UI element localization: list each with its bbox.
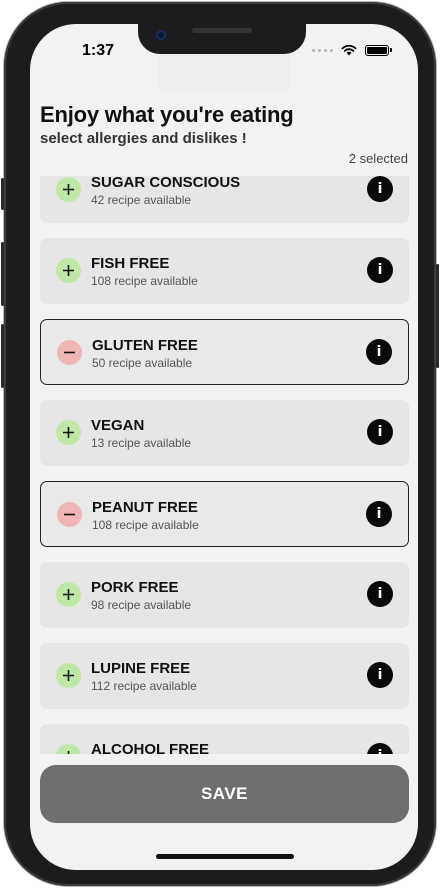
front-camera-icon xyxy=(156,30,166,40)
page-title: Enjoy what you're eating xyxy=(40,102,294,127)
diet-item-name: LUPINE FREE xyxy=(91,660,191,677)
diet-item-count: 112 recipe available xyxy=(91,679,197,693)
status-time: 1:37 xyxy=(82,42,115,59)
diet-item-name: VEGAN xyxy=(91,417,145,434)
home-indicator[interactable] xyxy=(156,854,294,859)
remove-toggle-button[interactable] xyxy=(57,502,82,527)
info-icon[interactable]: i xyxy=(367,176,393,202)
save-button[interactable]: SAVE xyxy=(40,765,409,823)
selected-count: 2 selected xyxy=(348,151,408,166)
diet-item-gluten-free[interactable]: GLUTEN FREE 50 recipe available i xyxy=(40,319,409,385)
battery-tip xyxy=(390,48,392,52)
side-button-power xyxy=(436,264,439,368)
add-toggle-button[interactable] xyxy=(56,744,81,754)
add-toggle-button[interactable] xyxy=(56,663,81,688)
diet-item-sugar-conscious[interactable]: SUGAR CONSCIOUS 42 recipe available i xyxy=(40,176,409,223)
add-toggle-button[interactable] xyxy=(56,420,81,445)
diet-item-count: 108 recipe available xyxy=(91,274,198,288)
page-subtitle: select allergies and dislikes ! xyxy=(40,130,247,147)
info-icon[interactable]: i xyxy=(366,501,392,527)
info-icon[interactable]: i xyxy=(367,419,393,445)
status-overlay xyxy=(158,55,290,91)
plus-icon xyxy=(63,265,74,276)
minus-icon xyxy=(64,513,75,516)
diet-item-name: SUGAR CONSCIOUS xyxy=(91,176,241,191)
signal-icon xyxy=(312,48,333,52)
diet-item-lupine-free[interactable]: LUPINE FREE 112 recipe available i xyxy=(40,643,409,709)
phone-frame: 1:37 Enjoy what you're eating select all… xyxy=(1,2,439,886)
plus-icon xyxy=(63,670,74,681)
app-screen: 1:37 Enjoy what you're eating select all… xyxy=(30,24,418,870)
diet-item-name: PEANUT FREE xyxy=(92,499,198,516)
side-button-volume-up xyxy=(1,242,4,306)
diet-item-count: 50 recipe available xyxy=(92,356,193,370)
wifi-icon xyxy=(341,44,357,56)
side-button-mute xyxy=(1,178,4,210)
add-toggle-button[interactable] xyxy=(56,177,81,202)
diet-item-peanut-free[interactable]: PEANUT FREE 108 recipe available i xyxy=(40,481,409,547)
status-icons xyxy=(312,44,392,56)
diet-item-count: 108 recipe available xyxy=(92,518,199,532)
diet-item-name: PORK FREE xyxy=(91,579,179,596)
info-icon[interactable]: i xyxy=(367,581,393,607)
add-toggle-button[interactable] xyxy=(56,258,81,283)
diet-item-count: 42 recipe available xyxy=(91,193,192,207)
remove-toggle-button[interactable] xyxy=(57,340,82,365)
diet-item-fish-free[interactable]: FISH FREE 108 recipe available i xyxy=(40,238,409,304)
diet-item-name: FISH FREE xyxy=(91,255,170,272)
diet-item-name: GLUTEN FREE xyxy=(92,337,198,354)
minus-icon xyxy=(64,351,75,354)
plus-icon xyxy=(63,184,74,195)
plus-icon xyxy=(67,751,70,754)
diet-item-alcohol-free[interactable]: ALCOHOL FREE i xyxy=(40,724,409,754)
side-button-volume-down xyxy=(1,324,4,388)
diet-item-vegan[interactable]: VEGAN 13 recipe available i xyxy=(40,400,409,466)
add-toggle-button[interactable] xyxy=(56,582,81,607)
speaker-grille xyxy=(192,28,252,33)
notch xyxy=(138,24,306,54)
diet-list[interactable]: SUGAR CONSCIOUS 42 recipe available i FI… xyxy=(40,176,409,754)
plus-icon xyxy=(63,427,74,438)
info-icon[interactable]: i xyxy=(366,339,392,365)
battery-icon xyxy=(365,44,389,56)
diet-item-count: 98 recipe available xyxy=(91,598,192,612)
info-icon[interactable]: i xyxy=(367,743,393,754)
diet-item-name: ALCOHOL FREE xyxy=(91,741,210,754)
info-icon[interactable]: i xyxy=(367,257,393,283)
diet-item-count: 13 recipe available xyxy=(91,436,192,450)
info-icon[interactable]: i xyxy=(367,662,393,688)
plus-icon xyxy=(63,589,74,600)
diet-item-pork-free[interactable]: PORK FREE 98 recipe available i xyxy=(40,562,409,628)
